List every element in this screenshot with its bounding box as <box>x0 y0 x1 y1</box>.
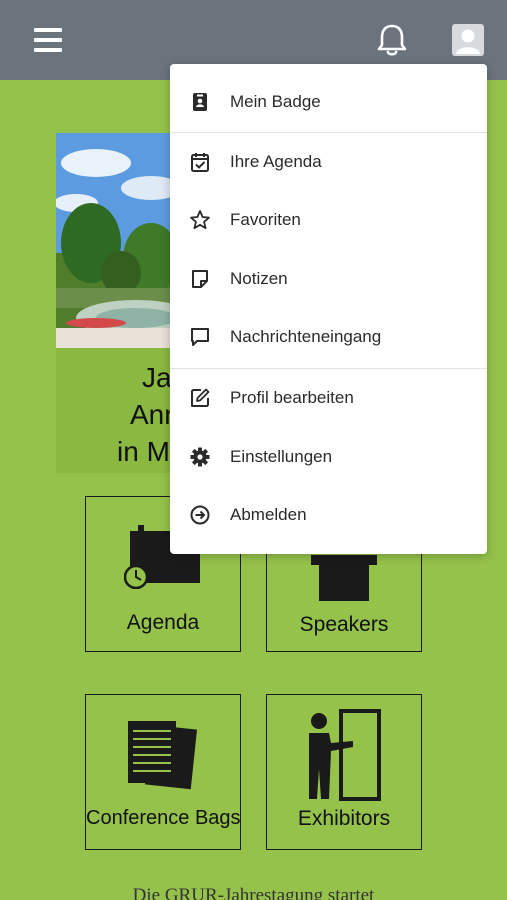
intro-text: Die GRUR-Jahrestagung startet <box>132 885 375 900</box>
menu-item-mein-badge[interactable]: Mein Badge <box>170 73 487 131</box>
logout-icon <box>189 504 211 526</box>
menu-item-ihre-agenda[interactable]: Ihre Agenda <box>170 133 487 191</box>
bell-icon[interactable] <box>375 22 409 58</box>
hamburger-icon[interactable] <box>34 28 62 52</box>
tile-label: Conference Bags <box>86 807 241 829</box>
tile-conference-bags[interactable]: Conference Bags <box>85 694 241 850</box>
user-avatar-icon[interactable] <box>452 24 484 56</box>
menu-item-label: Nachrichteneingang <box>230 327 382 346</box>
menu-item-label: Ihre Agenda <box>230 152 322 171</box>
tile-label: Speakers <box>299 613 389 636</box>
menu-item-label: Einstellungen <box>230 447 333 466</box>
menu-item-einstellungen[interactable]: Einstellungen <box>170 428 487 486</box>
menu-item-label: Notizen <box>230 269 288 288</box>
menu-item-abmelden[interactable]: Abmelden <box>170 486 487 544</box>
menu-item-favoriten[interactable]: Favoriten <box>170 191 487 249</box>
documents-icon <box>124 717 204 796</box>
tile-label: Exhibitors <box>297 807 391 830</box>
user-menu: Mein Badge Ihre Agenda Favoriten Notizen… <box>170 64 487 554</box>
tile-exhibitors[interactable]: Exhibitors <box>266 694 422 850</box>
menu-item-label: Favoriten <box>230 210 301 229</box>
star-icon <box>189 209 211 231</box>
calendar-check-icon <box>189 151 211 173</box>
menu-item-label: Abmelden <box>230 505 307 524</box>
menu-item-label: Mein Badge <box>230 92 321 111</box>
podium-icon <box>311 549 381 608</box>
menu-item-label: Profil bearbeiten <box>230 388 354 407</box>
menu-item-notizen[interactable]: Notizen <box>170 250 487 308</box>
note-icon <box>189 268 211 290</box>
message-icon <box>189 326 211 348</box>
menu-item-profil-bearbeiten[interactable]: Profil bearbeiten <box>170 369 487 427</box>
tile-label: Agenda <box>126 611 200 634</box>
gear-icon <box>189 446 211 468</box>
badge-icon <box>189 91 211 113</box>
edit-icon <box>189 387 211 409</box>
menu-item-nachrichteneingang[interactable]: Nachrichteneingang <box>170 308 487 366</box>
exhibitor-door-icon <box>303 707 387 808</box>
